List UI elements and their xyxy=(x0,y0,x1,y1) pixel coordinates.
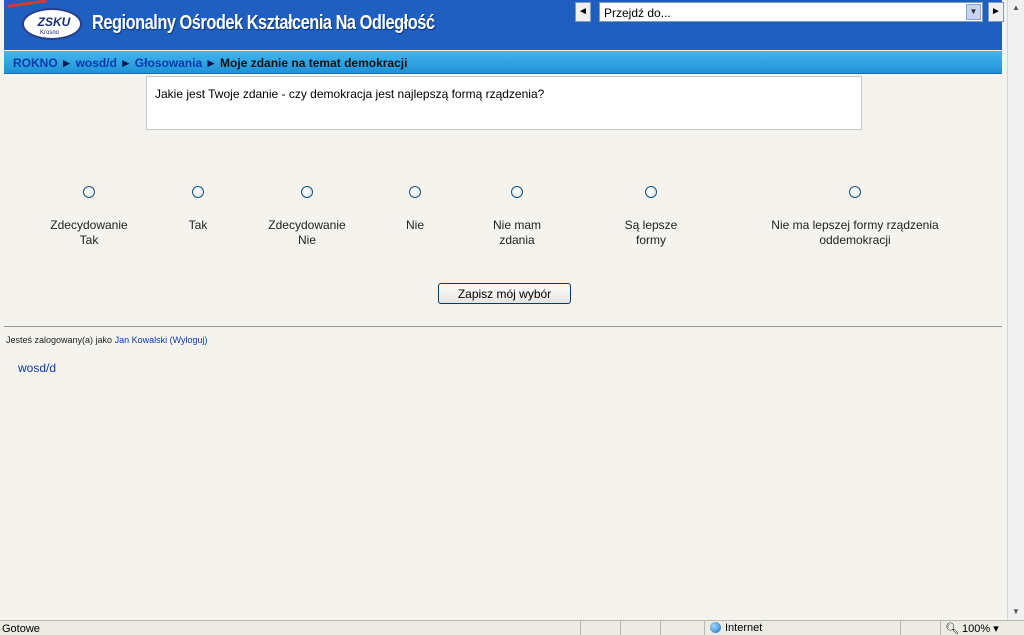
site-logo[interactable]: ZSKU Krosno xyxy=(7,0,94,46)
option-label-2[interactable]: Tak xyxy=(158,218,238,233)
status-bar: Gotowe Internet 🔍︎ 100% ▾ xyxy=(0,620,1024,635)
status-divider xyxy=(580,621,581,635)
logout-link[interactable]: (Wyloguj) xyxy=(170,335,208,345)
radio-option-5[interactable] xyxy=(511,186,523,198)
radio-option-7[interactable] xyxy=(849,186,861,198)
logo-oval: ZSKU Krosno xyxy=(22,8,82,40)
option-label-3[interactable]: Zdecydowanie Nie xyxy=(252,218,362,248)
status-divider xyxy=(620,621,621,635)
poll-question: Jakie jest Twoje zdanie - czy demokracja… xyxy=(146,76,862,130)
breadcrumb: ROKNO ► wosd/d ► Głosowania ► Moje zdanie na t… xyxy=(4,51,1002,74)
status-text: Gotowe xyxy=(2,623,40,635)
scroll-down-icon[interactable]: ▼ xyxy=(1009,604,1024,620)
breadcrumb-rokno[interactable]: ROKNO xyxy=(13,56,58,70)
breadcrumb-course[interactable]: wosd/d xyxy=(76,56,117,70)
chevron-down-icon[interactable]: ▼ xyxy=(966,4,981,20)
status-divider xyxy=(900,621,901,635)
site-title: Regionalny Ośrodek Kształcenia Na Odległ… xyxy=(92,12,435,34)
status-divider xyxy=(940,621,941,635)
divider xyxy=(4,326,1002,327)
option-label-5[interactable]: Nie mam zdania xyxy=(467,218,567,248)
jump-next-button[interactable]: ► xyxy=(988,2,1004,22)
course-home-link[interactable]: wosd/d xyxy=(18,361,56,375)
globe-icon xyxy=(710,622,721,633)
user-profile-link[interactable]: Jan Kowalski xyxy=(115,335,168,345)
scroll-up-icon[interactable]: ▲ xyxy=(1009,0,1024,16)
jump-select-value: Przejdź do... xyxy=(604,6,671,20)
vertical-scrollbar[interactable]: ▲ ▼ xyxy=(1007,0,1024,620)
status-divider xyxy=(660,621,661,635)
zoom-control[interactable]: 🔍︎ 100% ▾ xyxy=(945,622,999,635)
logo-subtext: Krosno xyxy=(40,30,60,36)
radio-option-3[interactable] xyxy=(301,186,313,198)
radio-option-1[interactable] xyxy=(83,186,95,198)
option-label-6[interactable]: Są lepsze formy xyxy=(601,218,701,248)
jump-prev-button[interactable]: ◄ xyxy=(575,2,591,22)
browser-page: ZSKU Krosno Regionalny Ośrodek Kształcen… xyxy=(0,0,1007,620)
jump-select[interactable]: Przejdź do... ▼ xyxy=(599,2,983,22)
site-header: ZSKU Krosno Regionalny Ośrodek Kształcen… xyxy=(4,0,1004,50)
radio-option-4[interactable] xyxy=(409,186,421,198)
option-label-7[interactable]: Nie ma lepszej formy rządzenia oddemokrac… xyxy=(745,218,965,248)
chevron-down-icon[interactable]: ▾ xyxy=(993,623,999,635)
option-label-1[interactable]: Zdecydowanie Tak xyxy=(34,218,144,248)
logo-text: ZSKU xyxy=(37,15,71,29)
security-zone: Internet xyxy=(710,622,762,634)
breadcrumb-separator: ► xyxy=(119,56,132,70)
status-divider xyxy=(704,621,705,635)
breadcrumb-polls[interactable]: Głosowania xyxy=(135,56,202,70)
breadcrumb-current: Moje zdanie na temat demokracji xyxy=(220,56,408,70)
breadcrumb-separator: ► xyxy=(205,56,218,70)
breadcrumb-separator: ► xyxy=(60,56,73,70)
login-info: Jesteś zalogowany(a) jako Jan Kowalski (… xyxy=(6,335,208,345)
radio-option-6[interactable] xyxy=(645,186,657,198)
radio-option-2[interactable] xyxy=(192,186,204,198)
zoom-icon: 🔍︎ xyxy=(945,623,959,635)
save-choice-button[interactable]: Zapisz mój wybór xyxy=(438,283,571,304)
option-label-4[interactable]: Nie xyxy=(375,218,455,233)
